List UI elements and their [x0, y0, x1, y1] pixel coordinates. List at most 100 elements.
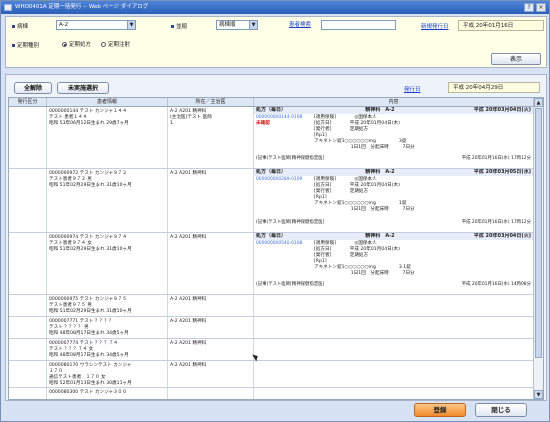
rx-timestamp: 平成 20年01月16日(水) 17時12分	[461, 156, 531, 161]
radio-checked-icon	[62, 41, 67, 47]
table-row[interactable]: 0000000974 テスト カンジャ９７４ テスト患者９７４ 女 昭和 51年…	[9, 233, 534, 295]
rx-date: 平成 20年03月04日(火)	[473, 233, 531, 239]
rx-date: 平成 20年03月04日(火)	[473, 107, 531, 113]
location-cell: A-2 A201 精神科	[168, 339, 254, 360]
rx-type: 処方（毎日）	[256, 169, 287, 175]
issue-type-cell[interactable]	[9, 361, 47, 387]
display-button[interactable]: 表示	[491, 53, 541, 65]
table-row[interactable]: 0000080170 ウラシンテスト カンジャ １７０ 通信テスト患者 １７０ …	[9, 361, 534, 388]
radio-unchecked-icon	[101, 41, 106, 47]
title-bar: WHO0401A 定期一括発行 -- Web ページ ダイアログ ? ×	[1, 1, 549, 14]
table-row[interactable]: 0000007771 テスト ？？？？ テスト ？？？？ 男 昭和 48年08月…	[9, 317, 534, 339]
doctor-text: 1	[170, 121, 173, 126]
patient-cell: 0000000974 テスト カンジャ９７４ テスト患者９７４ 女 昭和 51年…	[47, 233, 168, 294]
scroll-up-icon[interactable]: ▲	[534, 98, 543, 107]
patient-cell: 0000000975 テスト カンジャ９７５ テスト患者９７５ 男 昭和 51年…	[47, 295, 168, 316]
rx-content-cell[interactable]	[254, 339, 534, 360]
rx-content-cell[interactable]	[254, 295, 534, 316]
rx-line: 1日1回 分起床時 7日分	[314, 145, 415, 150]
patient-search-input[interactable]	[321, 20, 396, 30]
location-text: A-2 A201 精神科	[170, 341, 207, 346]
register-button[interactable]: 登録	[414, 403, 466, 417]
rx-lines: [適用保険] ◎国保本人 [処方日] 平成 20年01月04日(木) [発行者]…	[314, 177, 415, 213]
radio-regular-prescription[interactable]: 定期処方	[62, 40, 91, 48]
patient-cell: 0000000144 テスト カンジャ１４４ テスト 患者１４４ 昭和 53年0…	[47, 107, 168, 168]
table-row[interactable]: 0000000972 テスト カンジャ９７２ テスト患者９７２ 男 昭和 51年…	[9, 169, 534, 233]
ward-select[interactable]: A-2 ▼	[56, 20, 136, 30]
rx-footer: (記事)テスト医師[精神保健指定医] 平成 20年01月16日(水) 14時08…	[254, 282, 533, 288]
rx-timestamp: 平成 20年01月16日(水) 17時12分	[461, 220, 531, 225]
sort-select-value: 病棟順	[219, 22, 236, 28]
patient-cell: 0000007771 テスト ？？？？ テスト ？？？？ 男 昭和 48年08月…	[47, 317, 168, 338]
patient-cell: 0000080300 テスト カンジャ３００	[47, 388, 168, 399]
rx-lines: [適用保険] ◎国保本人 [処方日] 平成 20年01月04日(木) [発行者]…	[314, 115, 415, 151]
issue-type-cell[interactable]	[9, 339, 47, 360]
location-cell: A-2 A201 精神科	[168, 361, 254, 387]
rx-footer: (記事)テスト医師[精神保健指定医] 平成 20年01月16日(水) 17時12…	[254, 220, 533, 226]
rx-header: 処方（毎日） 精神科 A-2 平成 20年03月04日(火)	[254, 107, 533, 114]
table-row[interactable]: 0000000144 テスト カンジャ１４４ テスト 患者１４４ 昭和 53年0…	[9, 107, 534, 169]
rx-body: 000000000540-0108 [適用保険] ◎国保本人 [処方日] 平成 …	[254, 240, 533, 282]
rx-line: 1日1回 分起床時 7日分	[314, 207, 415, 212]
new-issue-date-value: 平成 20年01月16日	[458, 20, 544, 31]
radio-regular-injection[interactable]: 定期注射	[101, 40, 130, 48]
issue-date-link[interactable]: 発行日	[404, 85, 421, 93]
rx-header: 処方（毎日） 精神科 A-2 平成 20年03月05日(水)	[254, 169, 533, 176]
issue-type-cell[interactable]	[9, 107, 47, 168]
rx-content-cell[interactable]	[254, 317, 534, 338]
rx-lines: [適用保険] ◎国保本人 [処方日] 平成 20年01月04日(木) [発行者]…	[314, 241, 415, 277]
rx-timestamp: 平成 20年01月16日(水) 14時08分	[461, 282, 531, 287]
location-cell: A-2 A201 精神科	[168, 295, 254, 316]
help-button[interactable]: ?	[524, 3, 534, 12]
patient-search-link[interactable]: 患者検索	[289, 20, 311, 28]
location-cell: A-2 A201 精神科	[168, 169, 254, 232]
issue-type-cell[interactable]	[9, 388, 47, 399]
issue-type-cell[interactable]	[9, 295, 47, 316]
scroll-down-icon[interactable]: ▼	[534, 390, 543, 399]
issue-type-cell[interactable]	[9, 169, 47, 232]
rx-department: 精神科 A-2	[365, 169, 395, 175]
rx-content-cell[interactable]: 処方（毎日） 精神科 A-2 平成 20年03月05日(水) 000000000…	[254, 169, 534, 232]
rx-content-cell[interactable]	[254, 388, 534, 399]
scroll-thumb[interactable]	[535, 108, 542, 358]
rx-content-cell[interactable]	[254, 361, 534, 387]
rx-line: 1日1回 分起床時 7日分	[314, 271, 415, 276]
rx-note: (記事)テスト医師[精神保健指定医]	[256, 220, 325, 225]
issue-type-cell[interactable]	[9, 233, 47, 294]
table-row[interactable]: 0000007774 テスト ？？？７４ テスト ？？？７４ 女 昭和 48年0…	[9, 339, 534, 361]
issue-type-cell[interactable]	[9, 317, 47, 338]
ward-select-value: A-2	[59, 22, 69, 28]
table-body: 0000000144 テスト カンジャ１４４ テスト 患者１４４ 昭和 53年0…	[9, 107, 534, 399]
chevron-down-icon: ▼	[127, 21, 135, 29]
rx-footer: (記事)テスト医師[精神保健指定医] 平成 20年01月16日(水) 17時12…	[254, 156, 533, 162]
sort-label: 並順	[171, 22, 187, 30]
patient-birthdate: 昭和 48年08月17日生まれ 34歳5ヶ月	[49, 353, 129, 358]
select-unexecuted-button[interactable]: 未実施選択	[57, 82, 109, 94]
ward-label: 病棟	[12, 22, 28, 30]
close-button[interactable]: 閉じる	[475, 403, 527, 417]
table-scrollbar[interactable]: ▲ ▼	[533, 98, 543, 399]
new-issue-date-link[interactable]: 新規発行日	[421, 22, 449, 30]
sort-select[interactable]: 病棟順 ▼	[216, 20, 258, 30]
app-icon	[4, 4, 12, 11]
table-header: 発行区分 患者情報 所在／主治医 内容	[9, 98, 534, 107]
column-header: 所在／主治医	[168, 98, 254, 106]
rx-content-cell[interactable]: 処方（毎日） 精神科 A-2 平成 20年03月04日(火) 000000000…	[254, 107, 534, 168]
clear-all-button[interactable]: 全解除	[14, 82, 52, 94]
location-text: A-2 A201 精神科	[170, 363, 207, 368]
location-text: A-2 A201 精神科	[170, 319, 207, 324]
rx-status: 未確認	[256, 121, 270, 126]
table-row[interactable]: 0000080300 テスト カンジャ３００	[9, 388, 534, 399]
location-cell: A-2 A201 精神科	[168, 317, 254, 338]
rx-body: 000000000289-0109 [適用保険] ◎国保本人 [処方日] 平成 …	[254, 176, 533, 220]
close-window-button[interactable]: ×	[536, 3, 546, 12]
patient-cell: 0000080170 ウラシンテスト カンジャ １７０ 通信テスト患者 １７０ …	[47, 361, 168, 387]
prescription-list-panel: 全解除 未実施選択 発行日 平成 20年04月29日 発行区分 患者情報 所在／…	[5, 74, 547, 401]
rx-body: 000000000144-0108 未確認 [適用保険] ◎国保本人 [処方日]…	[254, 114, 533, 156]
column-header: 発行区分	[9, 98, 47, 106]
table-row[interactable]: 0000000975 テスト カンジャ９７５ テスト患者９７５ 男 昭和 51年…	[9, 295, 534, 317]
rx-content-cell[interactable]: 処方（毎日） 精神科 A-2 平成 20年03月04日(火) 000000000…	[254, 233, 534, 294]
rx-department: 精神科 A-2	[365, 233, 395, 239]
patient-birthdate: 昭和 48年08月17日生まれ 34歳5ヶ月	[49, 331, 129, 336]
rx-note: (記事)テスト医師[精神保健指定医]	[256, 156, 325, 161]
